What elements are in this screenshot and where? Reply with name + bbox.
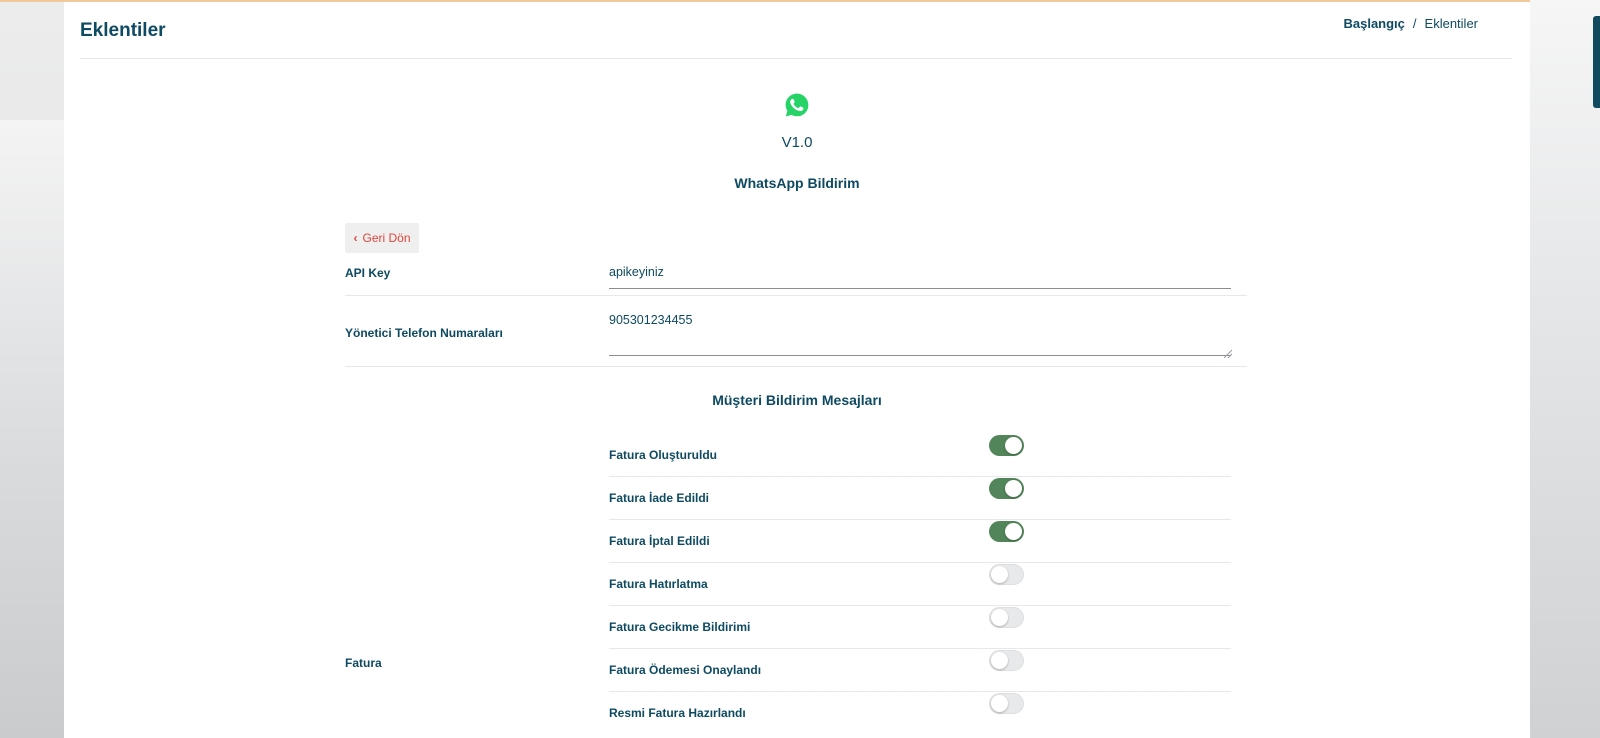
- notification-option-label: Fatura Hatırlatma: [609, 577, 708, 591]
- notification-option-row: Fatura Oluşturuldu: [609, 434, 1231, 477]
- admin-phones-label: Yönetici Telefon Numaraları: [345, 326, 503, 340]
- notification-option-row: Fatura İptal Edildi: [609, 520, 1231, 563]
- textarea-resize-handle[interactable]: [1224, 350, 1232, 358]
- header-divider: [80, 58, 1512, 59]
- chevron-left-icon: ‹: [353, 231, 358, 245]
- whatsapp-icon: [785, 93, 809, 117]
- row-divider: [345, 366, 1247, 367]
- toggle-knob: [1005, 437, 1022, 454]
- breadcrumb-separator: /: [1412, 16, 1417, 31]
- notification-toggle[interactable]: [989, 435, 1024, 456]
- toggle-knob: [991, 652, 1008, 669]
- notification-option-label: Fatura Gecikme Bildirimi: [609, 620, 751, 634]
- notification-toggle[interactable]: [989, 693, 1024, 714]
- row-divider: [345, 295, 1247, 296]
- notification-option-label: Fatura İade Edildi: [609, 491, 710, 505]
- notification-option-row: Fatura İade Edildi: [609, 477, 1231, 520]
- notification-option-label: Fatura İptal Edildi: [609, 534, 710, 548]
- api-key-label: API Key: [345, 266, 391, 280]
- plugin-panel: Eklentiler Başlangıç / Eklentiler V1.0 W…: [64, 2, 1530, 738]
- api-key-underline: [609, 288, 1231, 289]
- toggle-knob: [991, 609, 1008, 626]
- toggle-knob: [1005, 523, 1022, 540]
- background-right: [1530, 0, 1600, 738]
- notification-option-row: Fatura Hatırlatma: [609, 563, 1231, 606]
- notification-toggle[interactable]: [989, 478, 1024, 499]
- plugin-name: WhatsApp Bildirim: [734, 175, 860, 191]
- admin-phones-underline: [609, 355, 1231, 356]
- toggle-knob: [991, 695, 1008, 712]
- breadcrumb: Başlangıç / Eklentiler: [1343, 16, 1478, 31]
- plugin-version: V1.0: [781, 134, 813, 151]
- group-label-fatura: Fatura: [345, 656, 382, 670]
- notification-option-row: Fatura Gecikme Bildirimi: [609, 606, 1231, 649]
- notification-option-row: Resmi Fatura Hazırlandı: [609, 692, 1231, 735]
- toggle-knob: [991, 566, 1008, 583]
- notification-toggle[interactable]: [989, 564, 1024, 585]
- scrollbar-thumb[interactable]: [1593, 16, 1600, 108]
- breadcrumb-current: Eklentiler: [1424, 16, 1478, 31]
- page-title: Eklentiler: [80, 20, 166, 41]
- back-button-label: Geri Dön: [362, 231, 411, 245]
- api-key-input[interactable]: apikeyiniz: [609, 265, 664, 279]
- notification-option-label: Fatura Ödemesi Onaylandı: [609, 663, 762, 677]
- notification-option-label: Resmi Fatura Hazırlandı: [609, 706, 746, 720]
- notification-toggle[interactable]: [989, 521, 1024, 542]
- toggle-knob: [1005, 480, 1022, 497]
- notification-option-row: Fatura Ödemesi Onaylandı: [609, 649, 1231, 692]
- notification-toggle[interactable]: [989, 607, 1024, 628]
- back-button[interactable]: ‹ Geri Dön: [345, 223, 419, 253]
- customer-messages-title: Müşteri Bildirim Mesajları: [712, 392, 882, 408]
- breadcrumb-home-link[interactable]: Başlangıç: [1343, 16, 1404, 31]
- admin-phones-textarea[interactable]: 905301234455: [609, 313, 692, 327]
- notification-toggle[interactable]: [989, 650, 1024, 671]
- background-left: [0, 120, 64, 738]
- notification-option-label: Fatura Oluşturuldu: [609, 448, 717, 462]
